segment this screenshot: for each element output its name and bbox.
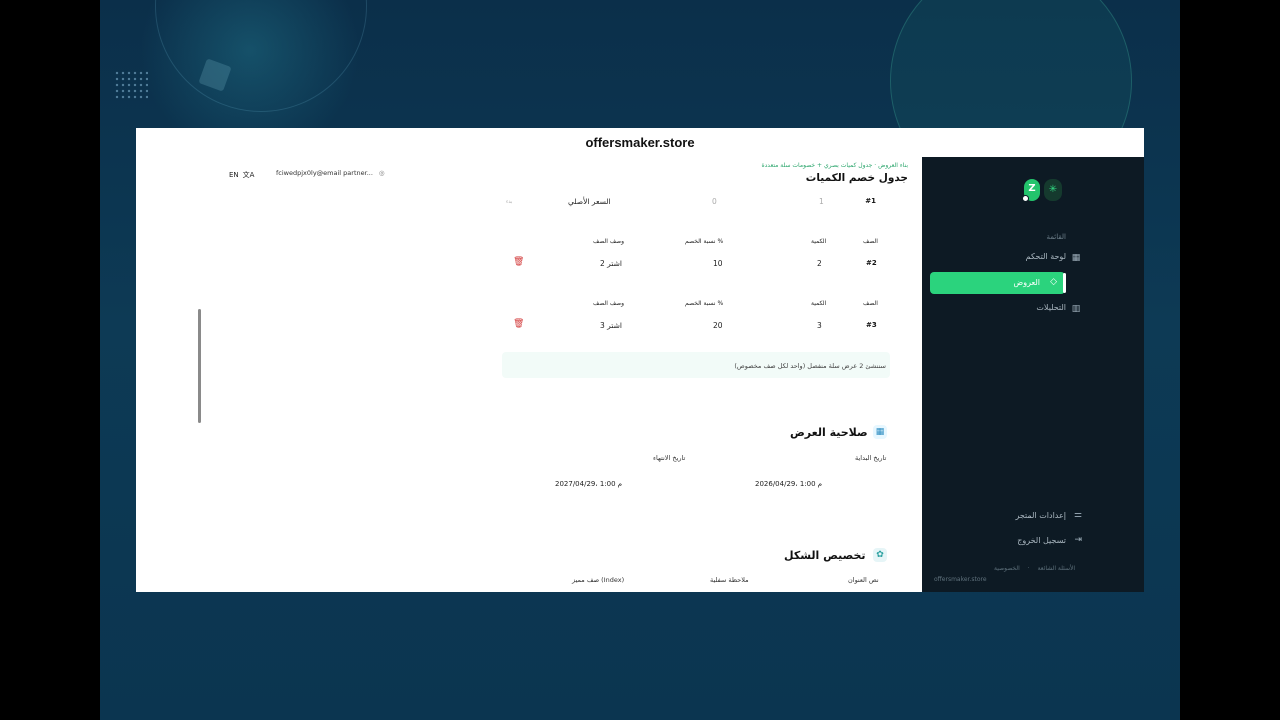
col-label-row: الصف [863, 238, 878, 245]
breadcrumb[interactable]: بناء العروض · جدول كميات بصري + خصومات س… [761, 162, 908, 169]
sidebar-item-analytics[interactable]: ▥ التحليلات [934, 298, 1080, 320]
col-label-qty: الكمية [811, 238, 827, 245]
row-discount[interactable]: 0 [712, 197, 717, 206]
delete-row-icon[interactable]: 🗑 [513, 257, 524, 267]
row-desc[interactable]: السعر الأصلي [568, 197, 611, 206]
col-label-qty: الكمية [811, 300, 827, 307]
row-extra: بدء [506, 199, 513, 205]
status-dot-icon [1022, 195, 1029, 202]
row-id: #2 [866, 259, 877, 267]
store-settings-link[interactable]: ⚌ إعدادات المتجر [986, 509, 1082, 525]
dots-decoration [114, 70, 148, 100]
browser-window: offersmaker.store EN 文A fciwedpjx0ly@emai… [136, 128, 1144, 592]
chart-icon: ▥ [1071, 304, 1081, 314]
page-title: جدول خصم الكميات [805, 172, 908, 184]
window-title: offersmaker.store [585, 135, 695, 150]
user-icon: ◎ [378, 169, 385, 177]
customize-label: ملاحظة سفلية [710, 576, 749, 584]
sidebar-item-label: العروض [1013, 278, 1040, 287]
row-qty[interactable]: 2 [817, 259, 822, 268]
col-label-desc: وصف الصف [593, 238, 625, 245]
copyright: offersmaker.store [934, 576, 987, 583]
main-content: EN 文A fciwedpjx0ly@email partner... ◎ بناء… [136, 157, 922, 592]
palette-icon: ✿ [873, 548, 887, 562]
sidebar-item-dashboard[interactable]: ▦ لوحة التحكم [934, 247, 1081, 269]
calendar-icon: ▦ [873, 425, 887, 439]
menu-caption: القائمة [1046, 233, 1067, 241]
info-text: سننشئ 2 عرض سلة منفصل (واحد لكل صف مخصوص… [734, 362, 886, 370]
title-bar: offersmaker.store [136, 128, 1144, 157]
user-email: fciwedpjx0ly@email partner... [276, 169, 373, 177]
row-discount[interactable]: 10 [713, 259, 723, 268]
customize-label: صف مميز (Index) [572, 576, 625, 584]
start-date-input[interactable]: 2026/04/29، 1:00 م [755, 480, 822, 488]
row-qty[interactable]: 1 [819, 197, 824, 206]
row-desc[interactable]: اشتر 3 [600, 321, 622, 330]
info-box: سننشئ 2 عرض سلة منفصل (واحد لكل صف مخصوص… [502, 352, 890, 378]
col-label-discount: نسبة الخصم % [685, 238, 724, 245]
translate-icon: 文A [242, 171, 255, 179]
footer-label: تسجيل الخروج [1017, 536, 1066, 545]
customize-label: نص العنوان [848, 576, 879, 584]
faq-link[interactable]: الأسئلة الشائعة [1038, 565, 1076, 572]
logout-icon: ⇥ [1074, 535, 1082, 545]
col-label-row: الصف [863, 300, 878, 307]
scrollbar[interactable] [198, 309, 201, 423]
col-label-discount: نسبة الخصم % [685, 300, 724, 307]
sidebar-item-label: لوحة التحكم [1025, 252, 1066, 261]
delete-row-icon[interactable]: 🗑 [513, 319, 524, 329]
row-id: #1 [865, 197, 876, 205]
language-toggle[interactable]: EN 文A [229, 170, 254, 180]
end-date-input[interactable]: 2027/04/29، 1:00 م [555, 480, 622, 488]
sidebar-item-offers[interactable]: ◇ العروض [930, 272, 1065, 294]
validity-title: صلاحية العرض [790, 426, 868, 439]
sparkle-icon[interactable]: ✳ [1044, 179, 1062, 201]
row-qty[interactable]: 3 [817, 321, 822, 330]
grid-icon: ▦ [1071, 253, 1081, 263]
start-date-label: تاريخ البداية [855, 454, 887, 462]
logout-link[interactable]: ⇥ تسجيل الخروج [986, 534, 1082, 550]
footer-label: إعدادات المتجر [1015, 511, 1066, 520]
col-label-desc: وصف الصف [593, 300, 625, 307]
privacy-link[interactable]: الخصوصية [994, 565, 1020, 572]
user-info[interactable]: fciwedpjx0ly@email partner... ◎ [276, 169, 385, 177]
active-indicator [1063, 273, 1066, 293]
row-discount[interactable]: 20 [713, 321, 723, 330]
row-desc[interactable]: اشتر 2 [600, 259, 622, 268]
language-label: EN [229, 171, 239, 179]
sliders-icon: ⚌ [1073, 510, 1082, 520]
sidebar-item-label: التحليلات [1036, 303, 1066, 312]
end-date-label: تاريخ الانتهاء [653, 454, 686, 462]
footer-links: الأسئلة الشائعة · الخصوصية [994, 565, 1076, 572]
sidebar: Z ✳ القائمة ▦ لوحة التحكم ◇ العروض ▥ الت… [922, 157, 1144, 592]
row-id: #3 [866, 321, 877, 329]
logo[interactable]: Z ✳ [1022, 179, 1062, 202]
tag-icon: ◇ [1050, 277, 1057, 287]
customize-title: تخصيص الشكل [784, 549, 866, 562]
